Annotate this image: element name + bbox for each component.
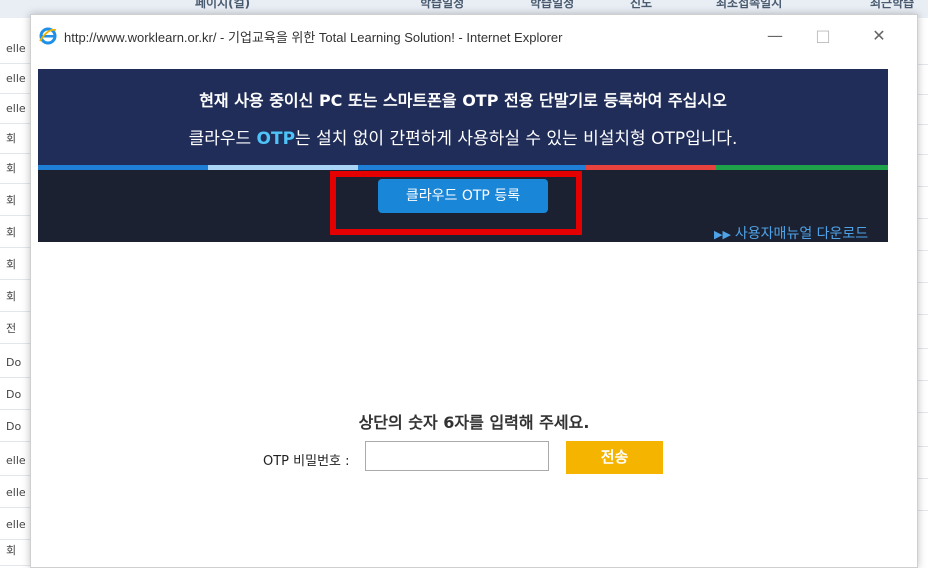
user-manual-download-link[interactable]: ▶▶ 사용자매뉴얼 다운로드 bbox=[714, 223, 868, 242]
bg-row-cell: 회 bbox=[0, 154, 30, 184]
headline-pc: PC bbox=[318, 91, 343, 110]
bg-row-cell: Do bbox=[0, 412, 30, 442]
bg-row-cell: 회 bbox=[0, 124, 30, 154]
otp-popup-window: http://www.worklearn.or.kr/ - 기업교육을 위한 T… bbox=[30, 14, 918, 568]
banner-subline: 클라우드 OTP는 설치 없이 간편하게 사용하실 수 있는 비설치형 OTP입… bbox=[38, 124, 888, 149]
banner-headline: 현재 사용 중이신 PC 또는 스마트폰을 OTP 전용 단말기로 등록하여 주… bbox=[38, 87, 888, 111]
bg-row-cell: 회 bbox=[0, 218, 30, 248]
bg-col-header: 최근학습 bbox=[870, 0, 915, 10]
bg-row-cell: elle bbox=[0, 64, 30, 94]
headline-part: 전용 단말기로 등록하여 주십시오 bbox=[498, 91, 727, 110]
bg-row-cell: 전 bbox=[0, 314, 30, 344]
bg-col-header: 학습일정 bbox=[530, 0, 575, 10]
bg-row-cell: elle bbox=[0, 94, 30, 124]
subline-part: 클라우드 bbox=[188, 129, 257, 149]
window-title: http://www.worklearn.or.kr/ - 기업교육을 위한 T… bbox=[64, 30, 563, 45]
double-arrow-icon: ▶▶ bbox=[714, 228, 731, 241]
bg-col-header: 페이지(컬) bbox=[195, 0, 251, 10]
maximize-button[interactable]: □ bbox=[803, 21, 843, 51]
subline-part: 는 설치 없이 간편하게 사용하실 수 있는 비설치형 OTP입니다. bbox=[295, 129, 738, 149]
submit-button[interactable]: 전송 bbox=[566, 441, 663, 474]
bg-col-header: 학습일정 bbox=[420, 0, 465, 10]
headline-part: 현재 사용 중이신 bbox=[199, 91, 319, 110]
subline-otp: OTP bbox=[256, 129, 296, 149]
close-button[interactable]: ✕ bbox=[859, 21, 899, 51]
background-table-left-column: elle elle elle 회 회 회 회 회 회 전 Do Do Do el… bbox=[0, 18, 31, 566]
bg-col-header: 최초접속일시 bbox=[716, 0, 783, 10]
bg-row-cell: elle bbox=[0, 446, 30, 476]
bg-row-cell: 회 bbox=[0, 536, 30, 566]
bg-row-cell: 회 bbox=[0, 282, 30, 312]
window-titlebar[interactable]: http://www.worklearn.or.kr/ - 기업교육을 위한 T… bbox=[31, 15, 917, 57]
bg-row-cell: Do bbox=[0, 380, 30, 410]
banner-stripe-green bbox=[716, 165, 888, 170]
banner-stripe-lightblue bbox=[208, 165, 358, 170]
otp-password-label: OTP 비밀번호 : bbox=[263, 454, 350, 469]
internet-explorer-icon bbox=[38, 26, 58, 46]
minimize-button[interactable]: — bbox=[755, 21, 795, 51]
bg-row-cell: 회 bbox=[0, 250, 30, 280]
banner-message-area: 현재 사용 중이신 PC 또는 스마트폰을 OTP 전용 단말기로 등록하여 주… bbox=[38, 69, 888, 165]
otp-prompt: 상단의 숫자 6자를 입력해 주세요. bbox=[358, 413, 590, 432]
bg-row-cell: Do bbox=[0, 348, 30, 378]
manual-link-label: 사용자매뉴얼 다운로드 bbox=[734, 226, 869, 242]
bg-row-cell: 회 bbox=[0, 186, 30, 216]
otp-password-input[interactable] bbox=[365, 441, 549, 471]
headline-otp: OTP bbox=[462, 91, 499, 110]
banner-stripe-red bbox=[586, 165, 716, 170]
banner-stripe-blue bbox=[38, 165, 208, 170]
headline-part: 또는 스마트폰을 bbox=[342, 91, 463, 110]
bg-col-header: 진도 bbox=[630, 0, 653, 10]
banner-stripe-blue bbox=[358, 165, 586, 170]
highlight-box bbox=[330, 171, 582, 235]
bg-row-cell: elle bbox=[0, 34, 30, 64]
bg-row-cell: elle bbox=[0, 478, 30, 508]
